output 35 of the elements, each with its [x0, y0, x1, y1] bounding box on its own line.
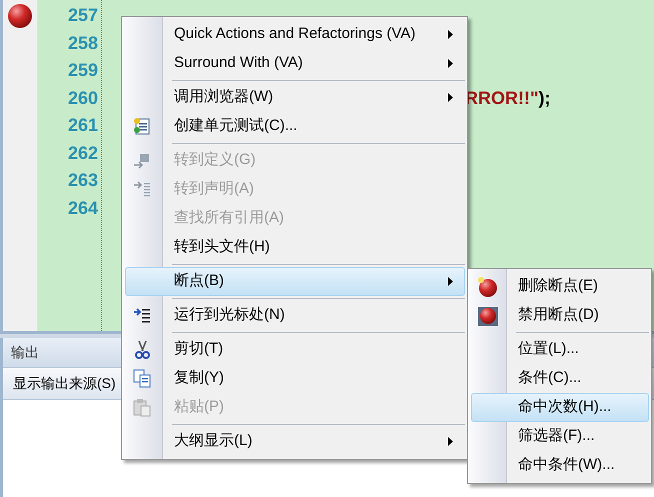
submenu-arrow-icon — [448, 93, 453, 102]
breakpoint-icon — [7, 2, 33, 29]
line-number: 258 — [68, 32, 98, 55]
menu-item[interactable]: 大纲显示(L) — [125, 427, 465, 456]
menu-item[interactable]: 位置(L)... — [471, 335, 649, 364]
line-number: 264 — [68, 196, 98, 220]
line-number: 257 — [68, 4, 98, 28]
menu-item[interactable]: 禁用断点(D) — [471, 301, 649, 330]
panel-title: 输出 — [11, 343, 39, 362]
menu-item[interactable]: 筛选器(F)... — [471, 422, 649, 451]
menu-item[interactable]: 条件(C)... — [471, 364, 649, 393]
menu-item[interactable]: 剪切(T) — [125, 335, 465, 364]
menu-item[interactable]: 删除断点(E) — [471, 272, 649, 301]
menu-item[interactable]: 复制(Y) — [125, 364, 465, 393]
submenu-arrow-icon — [448, 59, 453, 68]
menu-item[interactable]: 运行到光标处(N) — [125, 301, 465, 330]
submenu-arrow-icon — [448, 30, 453, 39]
line-number: 261 — [68, 114, 98, 138]
menu-item[interactable]: Surround With (VA) — [125, 49, 465, 78]
menu-item[interactable]: 调用浏览器(W) — [125, 83, 465, 112]
line-number: 263 — [68, 169, 98, 192]
submenu-arrow-icon — [448, 277, 453, 286]
menu-item[interactable]: 断点(B) — [125, 267, 465, 296]
menu-item[interactable]: 转到头文件(H) — [125, 233, 465, 262]
output-source-label: 显示输出来源(S) — [13, 374, 116, 393]
menu-item[interactable]: 命中条件(W)... — [471, 451, 649, 480]
breakpoint-icon — [477, 304, 499, 326]
menu-item[interactable]: 命中次数(H)... — [471, 393, 649, 422]
menu-item[interactable]: Quick Actions and Refactorings (VA) — [125, 20, 465, 49]
submenu-arrow-icon — [448, 437, 453, 446]
line-number: 262 — [68, 142, 98, 165]
line-number: 259 — [68, 59, 98, 82]
line-number: 260 — [68, 86, 98, 110]
breakpoint-icon — [477, 276, 499, 298]
menu-item[interactable]: 创建单元测试(C)... — [125, 112, 465, 141]
